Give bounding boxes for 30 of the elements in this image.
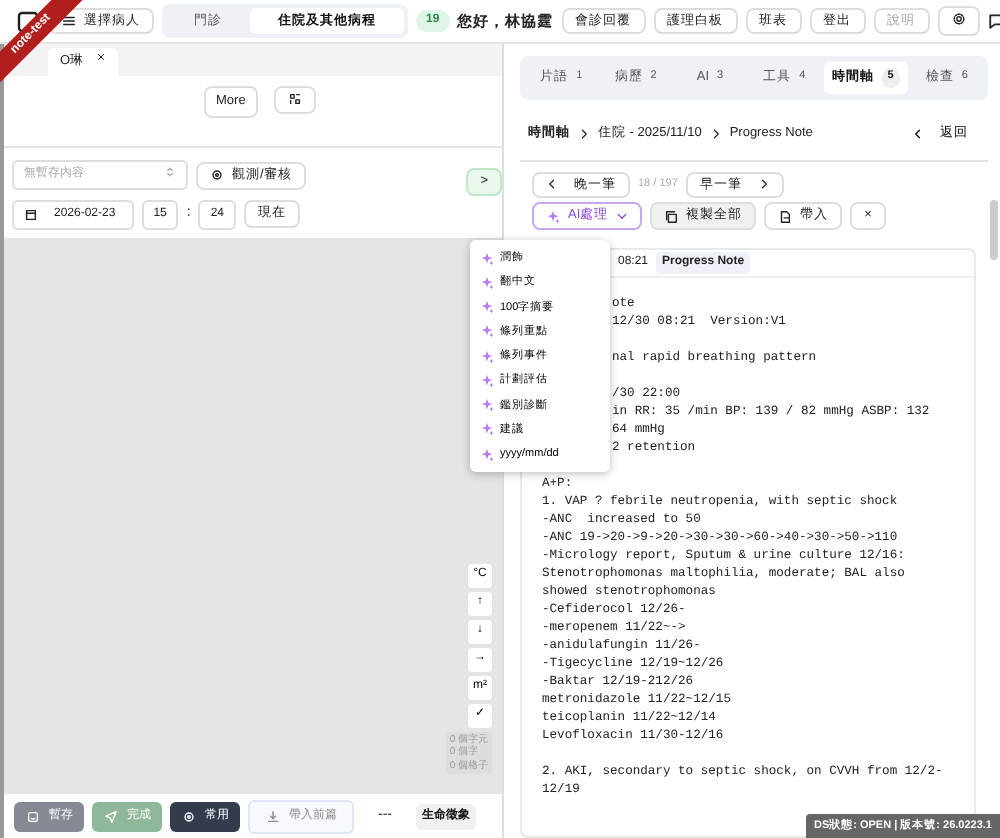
calendar-icon	[24, 207, 38, 222]
sparkle-icon	[480, 447, 494, 462]
sparkle-icon	[546, 209, 560, 224]
chevron-right-icon	[709, 127, 722, 140]
sparkle-icon	[480, 275, 494, 290]
settings-button[interactable]	[937, 6, 980, 35]
download-icon	[265, 809, 279, 823]
close-icon[interactable]	[96, 52, 107, 63]
copy-icon	[664, 209, 679, 224]
save-icon	[25, 809, 39, 823]
menu-icon	[62, 13, 76, 28]
sparkle-icon	[480, 300, 494, 315]
sparkle-icon	[480, 251, 494, 266]
sparkle-icon	[480, 349, 494, 364]
sparkle-icon	[480, 324, 494, 339]
chat-icon[interactable]	[987, 12, 1000, 30]
qr-icon	[287, 92, 302, 106]
updown-icon	[164, 166, 176, 179]
sparkle-icon	[480, 373, 494, 388]
caret-icon	[616, 210, 629, 223]
import-icon	[778, 209, 793, 224]
send-icon	[103, 809, 117, 823]
scrollbar[interactable]	[990, 200, 998, 260]
chevron-left-icon	[546, 178, 558, 191]
chevron-left-icon	[912, 127, 924, 140]
sparkle-icon	[480, 422, 494, 437]
chevron-right-icon	[757, 178, 770, 191]
chevron-right-icon	[578, 127, 590, 140]
sparkle-icon	[480, 398, 494, 413]
qr-button[interactable]	[273, 86, 316, 115]
